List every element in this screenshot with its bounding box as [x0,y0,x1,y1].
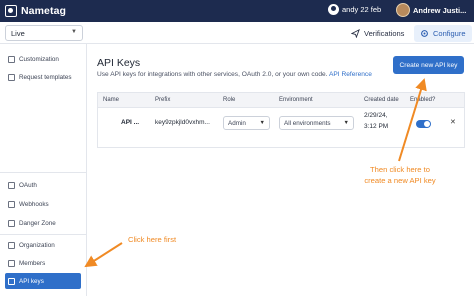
annotation-line: create a new API key [364,176,436,185]
annotation-arrows [84,78,427,268]
arrow-to-create-button [398,78,427,162]
arrow-to-api-keys [84,242,123,268]
annotation-click-second: Then click here to create a new API key [355,164,445,186]
annotation-line: Then click here to [370,165,430,174]
annotation-click-first: Click here first [128,235,177,244]
